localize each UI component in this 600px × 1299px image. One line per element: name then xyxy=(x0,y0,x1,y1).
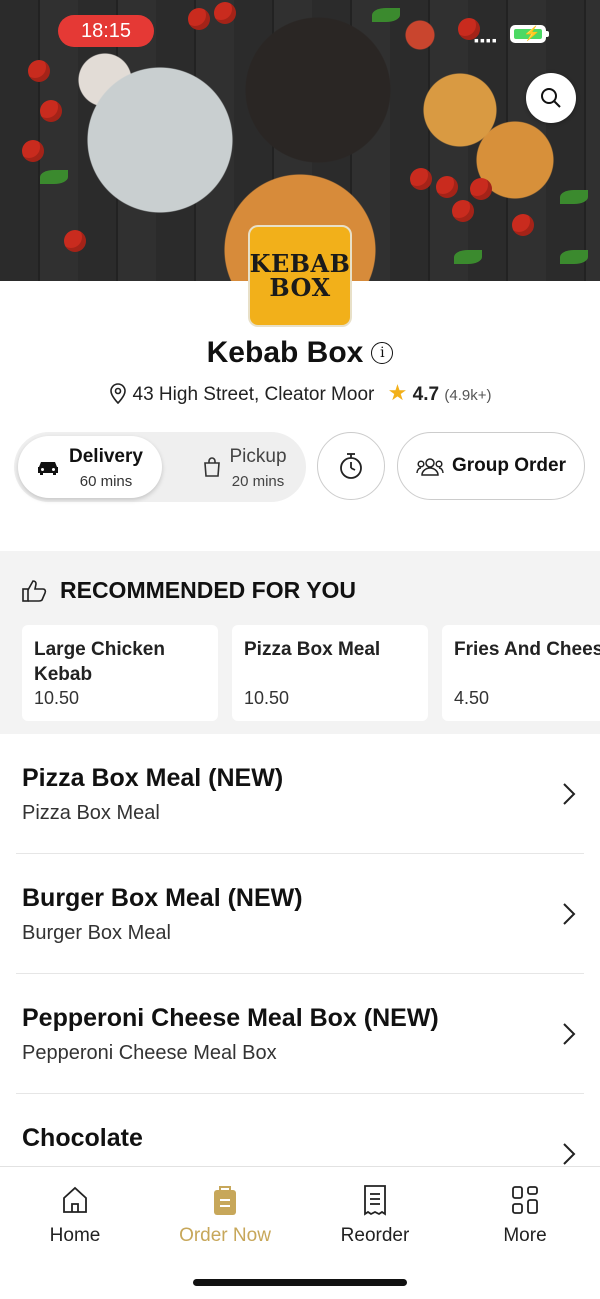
location-pin-icon xyxy=(109,383,126,405)
tab-order-now[interactable]: Order Now xyxy=(150,1183,300,1247)
category-subtitle: Burger Box Meal xyxy=(22,922,171,944)
thumbs-up-icon xyxy=(22,579,47,602)
recommended-item-price: 10.50 xyxy=(244,688,290,708)
tab-home[interactable]: Home xyxy=(0,1183,150,1247)
group-order-label: Group Order xyxy=(451,455,566,476)
recommended-section: RECOMMENDED FOR YOU Large Chicken Kebab … xyxy=(0,551,600,734)
rating-count: (4.9k+) xyxy=(444,387,492,404)
restaurant-logo: KEBAB BOX xyxy=(248,225,352,327)
order-mode-toggle: Delivery 60 mins Pickup 20 mins xyxy=(14,432,306,502)
category-subtitle: Pepperoni Cheese Meal Box xyxy=(22,1042,277,1064)
search-icon xyxy=(541,88,561,108)
recommended-item-name: Large Chicken Kebab xyxy=(34,639,165,685)
category-title: Chocolate xyxy=(22,1124,143,1152)
search-button[interactable] xyxy=(526,73,576,123)
pickup-label: Pickup xyxy=(229,446,287,467)
recommended-card[interactable]: Large Chicken Kebab 10.50 xyxy=(22,625,218,721)
divider xyxy=(16,973,584,974)
group-order-button[interactable]: Group Order xyxy=(397,432,585,500)
category-title: Pepperoni Cheese Meal Box (NEW) xyxy=(22,1004,439,1032)
stopwatch-icon xyxy=(340,453,362,479)
tab-reorder[interactable]: Reorder xyxy=(300,1183,450,1247)
grid-icon xyxy=(512,1186,538,1214)
status-bar-time: 18:15 xyxy=(58,15,154,47)
restaurant-address: 43 High Street, Cleator Moor xyxy=(132,384,375,405)
restaurant-name: Kebab Box xyxy=(206,336,364,369)
logo-text-line2: BOX xyxy=(269,273,331,302)
restaurant-name-row: Kebab Box i xyxy=(0,336,600,370)
star-icon: ★ xyxy=(387,380,408,405)
signal-icon: ▪▪▪▪ xyxy=(474,32,498,48)
pickup-option[interactable]: Pickup 20 mins xyxy=(174,436,302,498)
order-bag-icon xyxy=(214,1186,236,1215)
rating-value: 4.7 xyxy=(412,384,440,405)
home-icon xyxy=(63,1186,87,1213)
tab-label: More xyxy=(503,1225,547,1246)
home-indicator xyxy=(193,1279,407,1286)
tab-more[interactable]: More xyxy=(450,1183,600,1247)
divider xyxy=(16,853,584,854)
recommended-item-price: 4.50 xyxy=(454,688,490,708)
recommended-item-price: 10.50 xyxy=(34,688,80,708)
recommended-item-name: Pizza Box Meal xyxy=(244,639,381,660)
recommended-card[interactable]: Fries And Cheese 4.50 xyxy=(442,625,600,721)
chevron-right-icon xyxy=(563,1023,576,1045)
chevron-right-icon xyxy=(563,903,576,925)
tab-label: Home xyxy=(49,1225,101,1246)
battery-icon: ⚡ xyxy=(510,25,549,43)
recommended-item-name: Fries And Cheese xyxy=(454,639,600,660)
category-subtitle: Pizza Box Meal xyxy=(22,802,160,824)
category-title: Pizza Box Meal (NEW) xyxy=(22,764,284,792)
delivery-label: Delivery xyxy=(69,446,143,467)
category-title: Burger Box Meal (NEW) xyxy=(22,884,303,912)
schedule-button[interactable] xyxy=(317,432,385,500)
pickup-time: 20 mins xyxy=(231,473,285,490)
tab-label: Order Now xyxy=(179,1225,271,1246)
chevron-right-icon xyxy=(563,783,576,805)
tab-label: Reorder xyxy=(340,1225,410,1246)
address-rating-row: 43 High Street, Cleator Moor ★ 4.7 (4.9k… xyxy=(0,380,600,406)
chevron-right-icon xyxy=(563,1143,576,1165)
delivery-time: 60 mins xyxy=(79,473,133,490)
info-icon[interactable]: i xyxy=(371,342,394,364)
receipt-icon xyxy=(364,1185,386,1216)
recommended-heading: RECOMMENDED FOR YOU xyxy=(22,577,356,604)
divider xyxy=(16,1093,584,1094)
delivery-option[interactable]: Delivery 60 mins xyxy=(18,436,162,498)
recommended-title: RECOMMENDED FOR YOU xyxy=(60,577,357,603)
group-users-icon xyxy=(416,458,444,476)
recommended-card[interactable]: Pizza Box Meal 10.50 xyxy=(232,625,428,721)
